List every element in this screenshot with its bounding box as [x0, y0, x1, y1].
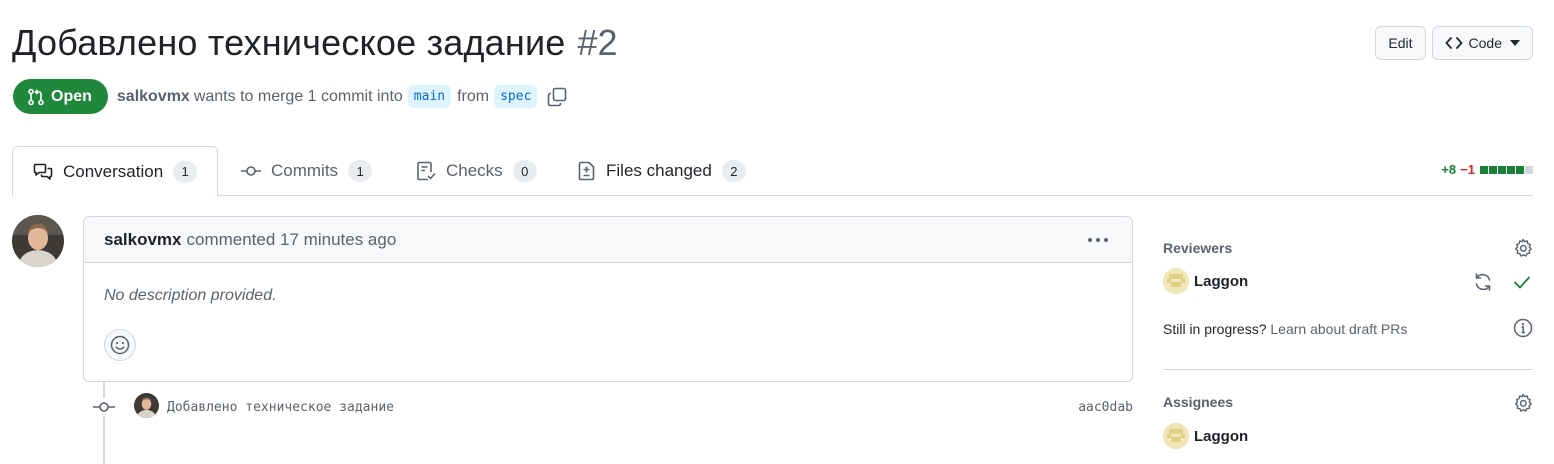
diffstat[interactable]: +8 −1 — [1441, 162, 1533, 177]
tab-files-changed[interactable]: Files changed 2 — [578, 146, 746, 196]
diffstat-block — [1525, 165, 1533, 174]
draft-question: Still in progress? — [1163, 321, 1267, 337]
reviewers-heading[interactable]: Reviewers — [1163, 240, 1232, 256]
code-button[interactable]: Code — [1431, 26, 1533, 60]
tab-conversation-count: 1 — [173, 160, 198, 183]
gear-icon[interactable] — [1513, 393, 1533, 413]
from-text: from — [457, 87, 490, 105]
tab-commits[interactable]: Commits 1 — [241, 146, 373, 196]
comment-discussion-icon — [33, 163, 53, 181]
assignee-item[interactable]: Laggon — [1163, 423, 1248, 449]
gear-icon[interactable] — [1513, 238, 1533, 258]
checklist-icon — [416, 161, 436, 181]
merge-text: wants to merge 1 commit into — [193, 87, 403, 105]
pr-title-row: Добавлено техническое задание #2 — [12, 22, 618, 64]
avatar — [1163, 268, 1189, 294]
pull-request-icon — [28, 88, 44, 105]
code-icon — [1445, 35, 1463, 51]
head-branch[interactable]: spec — [494, 85, 538, 108]
pr-meta: Open salkovmx wants to merge 1 commit in… — [13, 79, 567, 114]
pr-number: #2 — [577, 22, 618, 63]
reviewer-name: Laggon — [1194, 272, 1249, 290]
pr-author-link[interactable]: salkovmx — [117, 88, 190, 106]
comment-meta[interactable]: commented 17 minutes ago — [187, 230, 397, 250]
git-commit-icon — [93, 398, 115, 416]
avatar[interactable] — [134, 393, 159, 418]
pr-title: Добавлено техническое задание — [12, 22, 566, 63]
diffstat-block — [1498, 165, 1506, 174]
sidebar-divider — [1163, 369, 1533, 370]
pr-tabs: Conversation 1 Commits 1 Checks 0 Files … — [12, 146, 1533, 197]
base-branch[interactable]: main — [407, 85, 452, 108]
copy-icon[interactable] — [547, 87, 567, 107]
edit-button[interactable]: Edit — [1375, 26, 1426, 60]
tab-commits-count: 1 — [348, 160, 373, 182]
diffstat-deletions: −1 — [1460, 162, 1475, 177]
draft-note: Still in progress? Learn about draft PRs — [1163, 321, 1407, 337]
kebab-horizontal-icon[interactable] — [1086, 228, 1110, 252]
diffstat-block — [1507, 165, 1515, 174]
git-commit-icon — [241, 165, 261, 177]
info-icon[interactable] — [1513, 318, 1533, 338]
diffstat-block — [1480, 165, 1488, 174]
assignee-name: Laggon — [1194, 427, 1249, 445]
commit-message[interactable]: Добавлено техническое задание — [167, 400, 394, 415]
tab-checks[interactable]: Checks 0 — [416, 146, 537, 196]
avatar[interactable] — [12, 215, 64, 267]
comment-card: salkovmx commented 17 minutes ago No des… — [83, 216, 1133, 382]
diffstat-block — [1516, 165, 1524, 174]
timeline-line — [103, 382, 105, 464]
commit-sha[interactable]: aac0dab — [1078, 400, 1133, 415]
smiley-icon — [110, 335, 130, 355]
avatar — [1163, 423, 1189, 449]
chevron-down-icon — [1510, 40, 1520, 46]
diffstat-block — [1489, 165, 1497, 174]
tab-files-changed-label: Files changed — [606, 161, 712, 180]
tab-commits-label: Commits — [271, 161, 339, 180]
draft-prs-link[interactable]: Learn about draft PRs — [1270, 321, 1407, 337]
comment-body: No description provided. — [104, 287, 277, 304]
file-diff-icon — [578, 161, 596, 181]
tab-conversation-label: Conversation — [63, 161, 164, 181]
tab-checks-label: Checks — [446, 161, 503, 180]
sync-icon[interactable] — [1473, 272, 1493, 292]
add-reaction-button[interactable] — [104, 329, 136, 361]
state-badge: Open — [13, 79, 108, 114]
state-label: Open — [51, 87, 92, 105]
code-button-label: Code — [1468, 35, 1502, 51]
edit-button-label: Edit — [1388, 35, 1413, 51]
tab-conversation[interactable]: Conversation 1 — [12, 146, 219, 197]
tab-files-changed-count: 2 — [721, 160, 746, 182]
assignees-heading[interactable]: Assignees — [1163, 394, 1233, 410]
comment-header: salkovmx commented 17 minutes ago — [84, 217, 1132, 263]
diffstat-additions: +8 — [1441, 162, 1457, 177]
comment-author[interactable]: salkovmx — [104, 230, 182, 250]
reviewer-item[interactable]: Laggon — [1163, 268, 1248, 294]
check-icon — [1513, 273, 1531, 291]
tab-checks-count: 0 — [512, 160, 537, 182]
header-actions: Edit Code — [1375, 26, 1533, 60]
